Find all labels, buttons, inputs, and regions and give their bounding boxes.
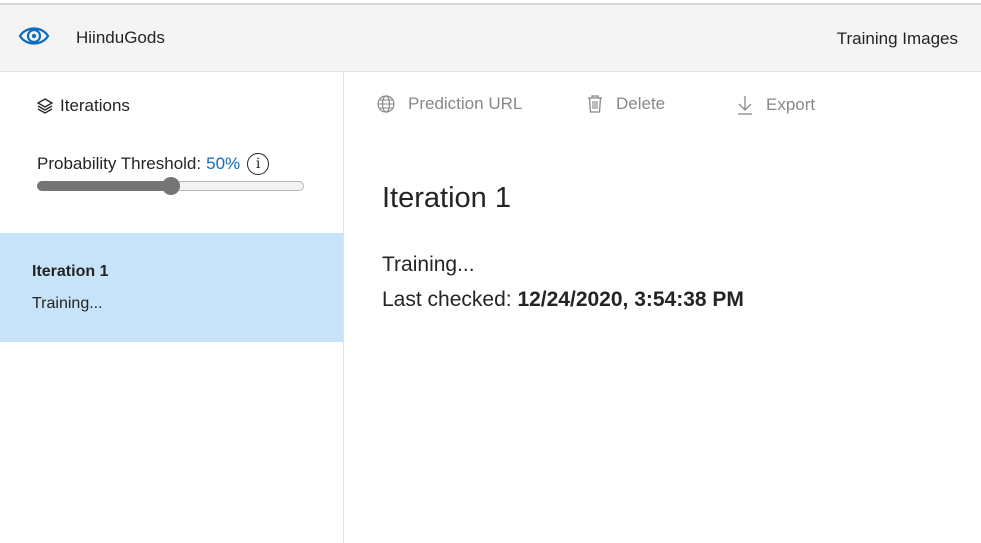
slider-fill xyxy=(37,181,171,191)
app-header: HiinduGods Training Images xyxy=(0,5,981,72)
iterations-label: Iterations xyxy=(60,96,130,115)
eye-logo-icon[interactable] xyxy=(18,22,50,50)
last-checked: Last checked: 12/24/2020, 3:54:38 PM xyxy=(382,288,744,312)
threshold-value: 50% xyxy=(206,154,241,173)
last-checked-value: 12/24/2020, 3:54:38 PM xyxy=(517,288,744,311)
iteration-status: Training... xyxy=(32,295,103,312)
project-name[interactable]: HiinduGods xyxy=(76,28,165,48)
iterations-header: Iterations xyxy=(36,96,130,116)
iteration-title: Iteration 1 xyxy=(382,182,511,214)
slider-thumb[interactable] xyxy=(161,177,180,195)
iteration-toolbar: Prediction URL Delete Export xyxy=(344,72,981,142)
threshold-label: Probability Threshold: xyxy=(37,154,202,173)
info-icon[interactable]: i xyxy=(247,153,270,175)
probability-threshold: Probability Threshold: 50% i xyxy=(37,153,270,175)
last-checked-label: Last checked: xyxy=(382,288,512,311)
export-button[interactable]: Export xyxy=(736,94,815,116)
prediction-url-button[interactable]: Prediction URL xyxy=(376,94,522,114)
export-label: Export xyxy=(766,95,816,114)
layers-icon xyxy=(36,97,54,115)
prediction-url-label: Prediction URL xyxy=(408,94,523,113)
threshold-slider[interactable] xyxy=(37,177,304,195)
download-icon xyxy=(736,94,754,116)
globe-icon xyxy=(376,94,396,114)
tab-training-images[interactable]: Training Images xyxy=(837,29,958,49)
iteration-list-item[interactable]: Iteration 1 Training... xyxy=(0,233,343,342)
iteration-name: Iteration 1 xyxy=(32,263,109,280)
iterations-sidebar: Iterations Probability Threshold: 50% i … xyxy=(0,72,344,543)
trash-icon xyxy=(586,94,604,114)
delete-label: Delete xyxy=(616,94,666,113)
training-status: Training... xyxy=(382,253,475,276)
delete-button[interactable]: Delete xyxy=(586,94,665,114)
